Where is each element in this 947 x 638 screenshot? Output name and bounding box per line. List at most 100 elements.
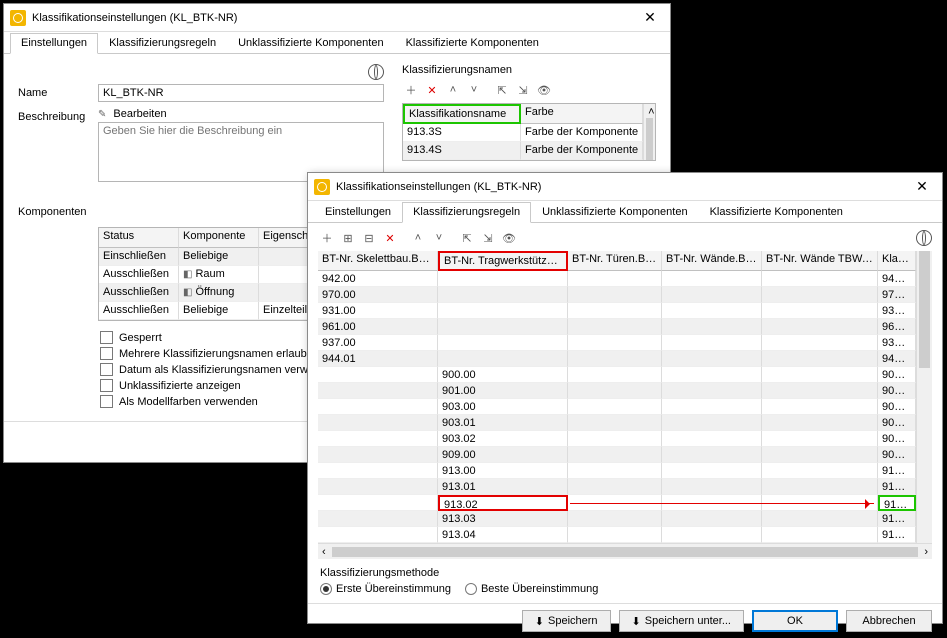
globe-icon[interactable] — [916, 230, 932, 246]
tab-unklass[interactable]: Unklassifizierte Komponenten — [531, 202, 699, 223]
visibility-icon[interactable]: 👁 — [535, 81, 553, 99]
cell[interactable]: ◧Raum — [179, 266, 259, 284]
cell[interactable] — [762, 511, 878, 527]
cell[interactable] — [762, 479, 878, 495]
cell[interactable]: 970_S — [878, 287, 916, 303]
cell[interactable] — [318, 463, 438, 479]
cell[interactable]: 903.02 — [438, 431, 568, 447]
cell[interactable]: 900_S — [878, 367, 916, 383]
col-header[interactable]: Klassifikationsname — [878, 251, 916, 271]
cell[interactable]: 944.01 — [318, 351, 438, 367]
col-header[interactable]: Status — [99, 228, 179, 248]
cell[interactable] — [568, 511, 662, 527]
cell[interactable]: Ausschließen — [99, 302, 179, 320]
cell[interactable] — [438, 271, 568, 287]
cell[interactable] — [568, 335, 662, 351]
cell[interactable]: 903.01 — [438, 415, 568, 431]
cell[interactable] — [568, 399, 662, 415]
col-klassname[interactable]: Klassifikationsname — [403, 104, 521, 124]
cell[interactable] — [318, 495, 438, 511]
cell[interactable] — [762, 527, 878, 543]
radio-beste[interactable] — [465, 583, 477, 595]
cell[interactable]: 913_S — [878, 463, 916, 479]
cell[interactable]: 913.04 — [438, 527, 568, 543]
cell[interactable]: Einschließen — [99, 248, 179, 266]
export-icon[interactable]: ⇲ — [514, 81, 532, 99]
checkbox[interactable] — [100, 363, 113, 376]
cell[interactable] — [662, 463, 762, 479]
col-farbe[interactable]: Farbe — [521, 104, 643, 124]
add-col-icon[interactable]: ⊞ — [339, 229, 357, 247]
cell[interactable] — [568, 495, 662, 511]
scroll-right-icon[interactable]: › — [920, 546, 932, 558]
cell[interactable] — [762, 271, 878, 287]
cell[interactable]: 942_S — [878, 271, 916, 287]
cell-klassname[interactable]: 913.3S — [403, 124, 521, 142]
cell[interactable]: 937.00 — [318, 335, 438, 351]
scroll-left-icon[interactable]: ‹ — [318, 546, 330, 558]
cell[interactable]: 913.02 — [438, 495, 568, 511]
cell[interactable] — [662, 367, 762, 383]
checkbox[interactable] — [100, 379, 113, 392]
cell[interactable]: 900.00 — [438, 367, 568, 383]
cell[interactable] — [568, 319, 662, 335]
cell[interactable] — [568, 351, 662, 367]
cell[interactable] — [762, 383, 878, 399]
col-header[interactable]: BT-Nr. Tragwerkstützen.BT-Nr. — [438, 251, 568, 271]
cell[interactable] — [318, 415, 438, 431]
cell[interactable] — [318, 399, 438, 415]
cell[interactable] — [568, 383, 662, 399]
down-icon[interactable]: ˅ — [430, 229, 448, 247]
cell[interactable]: 961.00 — [318, 319, 438, 335]
cell[interactable] — [568, 367, 662, 383]
cell[interactable]: 909_S — [878, 447, 916, 463]
cell[interactable] — [662, 271, 762, 287]
col-header[interactable]: BT-Nr. Skelettbau.BT-Nr. — [318, 251, 438, 271]
cell[interactable] — [318, 367, 438, 383]
radio-erste[interactable] — [320, 583, 332, 595]
cell[interactable]: 970.00 — [318, 287, 438, 303]
cell[interactable] — [662, 287, 762, 303]
cell[interactable] — [762, 495, 878, 511]
cell[interactable] — [318, 431, 438, 447]
cell[interactable] — [662, 447, 762, 463]
cell[interactable]: 903_S — [878, 399, 916, 415]
cell[interactable]: 913.4S — [878, 527, 916, 543]
cell[interactable] — [662, 415, 762, 431]
cell[interactable] — [662, 527, 762, 543]
cell[interactable] — [568, 479, 662, 495]
cell[interactable] — [662, 351, 762, 367]
remove-icon[interactable]: ✕ — [423, 81, 441, 99]
cell[interactable]: 931_S — [878, 303, 916, 319]
cell[interactable] — [662, 383, 762, 399]
cell-farbe[interactable]: Farbe der Komponente — [521, 142, 643, 160]
cell[interactable]: 903.1S — [878, 415, 916, 431]
cell[interactable]: Ausschließen — [99, 266, 179, 284]
cell[interactable] — [762, 463, 878, 479]
h-scrollbar[interactable] — [332, 547, 919, 557]
up-icon[interactable]: ˄ — [444, 81, 462, 99]
saveas-button[interactable]: ⬇Speichern unter... — [619, 610, 744, 632]
checkbox[interactable] — [100, 331, 113, 344]
cell[interactable] — [568, 303, 662, 319]
cell[interactable] — [438, 335, 568, 351]
cell[interactable]: 901.00 — [438, 383, 568, 399]
cell[interactable] — [438, 319, 568, 335]
cell[interactable] — [662, 335, 762, 351]
cancel-button[interactable]: Abbrechen — [846, 610, 932, 632]
cell[interactable] — [318, 527, 438, 543]
add-row-icon[interactable]: ＋ — [318, 229, 336, 247]
cell[interactable]: 961_S — [878, 319, 916, 335]
cell-klassname[interactable]: 913.4S — [403, 142, 521, 160]
cell[interactable]: 944.1S — [878, 351, 916, 367]
visibility-icon[interactable]: 👁 — [500, 229, 518, 247]
cell[interactable]: ◧Öffnung — [179, 284, 259, 302]
name-input[interactable] — [98, 84, 384, 102]
col-header[interactable]: BT-Nr. Wände TBW.BT-Nr. — [762, 251, 878, 271]
col-header[interactable]: BT-Nr. Türen.BT-Nr. — [568, 251, 662, 271]
cell[interactable] — [762, 303, 878, 319]
cell[interactable] — [762, 399, 878, 415]
remove-icon[interactable]: ✕ — [381, 229, 399, 247]
import-icon[interactable]: ⇱ — [458, 229, 476, 247]
cell[interactable]: 909.00 — [438, 447, 568, 463]
